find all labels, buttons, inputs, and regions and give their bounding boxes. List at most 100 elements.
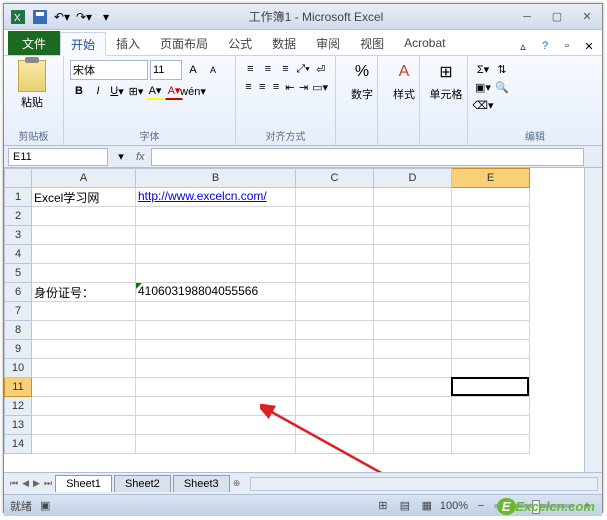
italic-button[interactable]: I [89, 82, 107, 100]
cell-D3[interactable] [374, 226, 452, 245]
cell-C10[interactable] [296, 359, 374, 378]
minimize-button[interactable]: ─ [516, 8, 538, 26]
col-header-E[interactable]: E [452, 168, 530, 188]
doc-restore-icon[interactable]: ▫ [558, 37, 576, 55]
sheet-nav-prev-icon[interactable]: ◀ [20, 478, 31, 489]
cell-E13[interactable] [452, 416, 530, 435]
macro-icon[interactable]: ▣ [40, 499, 50, 512]
sheet-tab-2[interactable]: Sheet2 [114, 475, 171, 492]
cell-E4[interactable] [452, 245, 530, 264]
row-header-7[interactable]: 7 [4, 302, 32, 321]
tab-home[interactable]: 开始 [60, 32, 106, 56]
cell-B1[interactable]: http://www.excelcn.com/ [136, 188, 296, 207]
fill-color-button[interactable]: A▾ [146, 82, 164, 100]
cell-D12[interactable] [374, 397, 452, 416]
tab-review[interactable]: 审阅 [306, 31, 350, 55]
save-icon[interactable] [30, 7, 50, 27]
sheet-nav-next-icon[interactable]: ▶ [31, 478, 42, 489]
row-header-13[interactable]: 13 [4, 416, 32, 435]
cell-B3[interactable] [136, 226, 296, 245]
cell-D6[interactable] [374, 283, 452, 302]
cell-A11[interactable] [32, 378, 136, 397]
cell-A6[interactable]: 身份证号： [32, 283, 136, 302]
cell-E14[interactable] [452, 435, 530, 454]
cell-C8[interactable] [296, 321, 374, 340]
phonetic-button[interactable]: wén▾ [184, 82, 202, 100]
tab-view[interactable]: 视图 [350, 31, 394, 55]
cell-E7[interactable] [452, 302, 530, 321]
cell-E12[interactable] [452, 397, 530, 416]
cell-C7[interactable] [296, 302, 374, 321]
bold-button[interactable]: B [70, 82, 88, 100]
cell-B11[interactable] [136, 378, 296, 397]
cell-D1[interactable] [374, 188, 452, 207]
cell-A12[interactable] [32, 397, 136, 416]
cell-C5[interactable] [296, 264, 374, 283]
cell-C6[interactable] [296, 283, 374, 302]
font-size-input[interactable] [150, 60, 182, 80]
cell-D5[interactable] [374, 264, 452, 283]
cell-B4[interactable] [136, 245, 296, 264]
col-header-A[interactable]: A [32, 168, 136, 188]
cell-B10[interactable] [136, 359, 296, 378]
excel-icon[interactable]: X [8, 7, 28, 27]
cell-C12[interactable] [296, 397, 374, 416]
row-header-4[interactable]: 4 [4, 245, 32, 264]
vertical-scrollbar[interactable] [584, 168, 602, 472]
cell-A3[interactable] [32, 226, 136, 245]
cell-A2[interactable] [32, 207, 136, 226]
paste-button[interactable]: 粘贴 [10, 60, 54, 110]
border-button[interactable]: ⊞▾ [127, 82, 145, 100]
number-button[interactable]: % 数字 [342, 60, 382, 102]
cell-B8[interactable] [136, 321, 296, 340]
view-break-icon[interactable]: ▦ [418, 497, 436, 515]
cell-C9[interactable] [296, 340, 374, 359]
cell-B7[interactable] [136, 302, 296, 321]
cell-B5[interactable] [136, 264, 296, 283]
cell-D10[interactable] [374, 359, 452, 378]
undo-icon[interactable]: ↶▾ [52, 7, 72, 27]
cell-E2[interactable] [452, 207, 530, 226]
cell-C14[interactable] [296, 435, 374, 454]
cell-C13[interactable] [296, 416, 374, 435]
cell-A4[interactable] [32, 245, 136, 264]
cell-E10[interactable] [452, 359, 530, 378]
cell-C3[interactable] [296, 226, 374, 245]
cell-C11[interactable] [296, 378, 374, 397]
font-name-input[interactable] [70, 60, 148, 80]
align-left-icon[interactable]: ≡ [242, 78, 255, 96]
close-button[interactable]: ✕ [576, 8, 598, 26]
cell-C1[interactable] [296, 188, 374, 207]
sheet-tab-3[interactable]: Sheet3 [173, 475, 230, 492]
underline-button[interactable]: U▾ [108, 82, 126, 100]
cell-B6[interactable]: 410603198804055566 [136, 283, 296, 302]
cell-A13[interactable] [32, 416, 136, 435]
col-header-D[interactable]: D [374, 168, 452, 188]
autosum-icon[interactable]: Σ▾ [474, 60, 492, 78]
cell-B2[interactable] [136, 207, 296, 226]
row-header-10[interactable]: 10 [4, 359, 32, 378]
col-header-B[interactable]: B [136, 168, 296, 188]
tab-file[interactable]: 文件 [8, 31, 60, 55]
tab-insert[interactable]: 插入 [106, 31, 150, 55]
new-sheet-icon[interactable]: ⊕ [231, 478, 243, 489]
tab-layout[interactable]: 页面布局 [150, 31, 218, 55]
row-header-14[interactable]: 14 [4, 435, 32, 454]
row-header-12[interactable]: 12 [4, 397, 32, 416]
row-header-5[interactable]: 5 [4, 264, 32, 283]
horizontal-scrollbar[interactable] [250, 477, 598, 491]
cell-A14[interactable] [32, 435, 136, 454]
wrap-icon[interactable]: ⏎ [312, 60, 329, 78]
cell-E6[interactable] [452, 283, 530, 302]
row-header-1[interactable]: 1 [4, 188, 32, 207]
doc-close-icon[interactable]: ✕ [580, 37, 598, 55]
cell-E9[interactable] [452, 340, 530, 359]
sort-icon[interactable]: ⇅ [493, 60, 511, 78]
cell-D13[interactable] [374, 416, 452, 435]
row-header-3[interactable]: 3 [4, 226, 32, 245]
cell-A7[interactable] [32, 302, 136, 321]
cell-B12[interactable] [136, 397, 296, 416]
cell-E5[interactable] [452, 264, 530, 283]
ribbon-min-icon[interactable]: ▵ [514, 37, 532, 55]
grow-font-icon[interactable]: A [184, 61, 202, 79]
